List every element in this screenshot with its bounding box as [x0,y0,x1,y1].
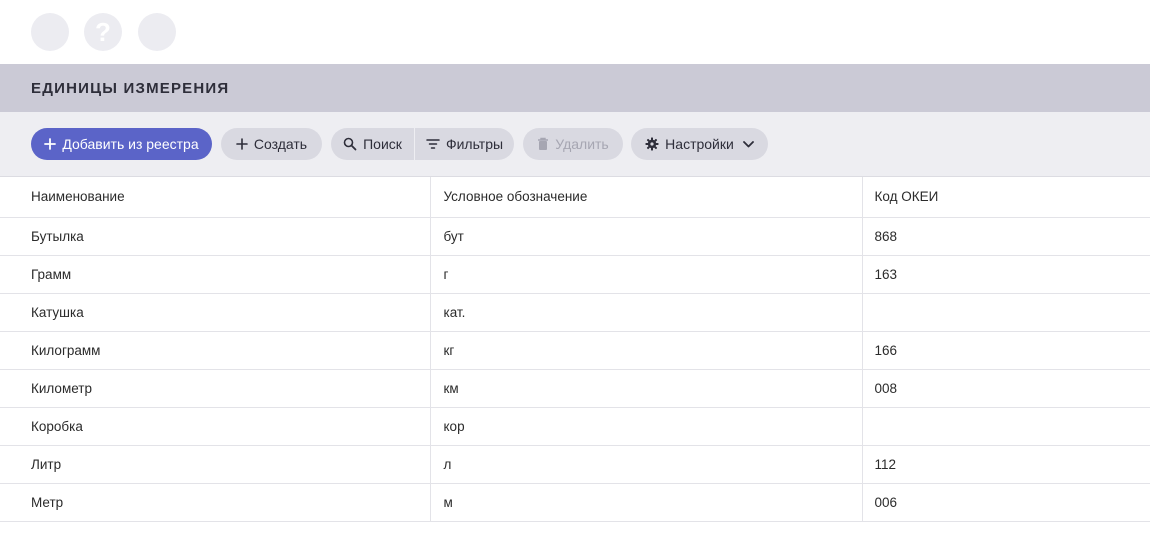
cell-symbol: г [429,255,862,294]
user-avatar-button[interactable] [31,13,69,51]
column-header-okei-code[interactable]: Код ОКЕИ [861,177,1150,218]
search-label: Поиск [363,136,402,152]
cell-name: Километр [0,369,430,408]
toolbar: Добавить из реестра Создать Поиск Фильтр… [0,112,1150,177]
search-button[interactable]: Поиск [331,128,414,160]
cell-okei-code [861,293,1150,332]
units-table: Наименование Условное обозначение Код ОК… [0,177,1150,522]
cell-symbol: кат. [429,293,862,332]
help-icon: ? [95,16,111,47]
filters-button[interactable]: Фильтры [415,128,514,160]
table-row[interactable]: Килограмм кг 166 [0,331,1150,370]
cell-okei-code: 868 [861,217,1150,256]
plus-icon [236,138,248,150]
gear-icon [645,137,659,151]
table-row[interactable]: Грамм г 163 [0,255,1150,294]
create-button[interactable]: Создать [221,128,322,160]
add-from-registry-button[interactable]: Добавить из реестра [31,128,212,160]
cell-symbol: л [429,445,862,484]
cell-symbol: бут [429,217,862,256]
menu-button[interactable] [138,13,176,51]
settings-label: Настройки [665,136,734,152]
cell-name: Катушка [0,293,430,332]
trash-icon [537,137,549,151]
cell-okei-code: 008 [861,369,1150,408]
cell-okei-code [861,407,1150,446]
top-bar: ? [0,0,1150,64]
cell-symbol: кор [429,407,862,446]
page-title: ЕДИНИЦЫ ИЗМЕРЕНИЯ [31,79,230,97]
filters-label: Фильтры [445,136,504,152]
cell-okei-code: 166 [861,331,1150,370]
filter-icon [426,138,440,150]
cell-symbol: м [429,483,862,522]
cell-name: Литр [0,445,430,484]
table-row[interactable]: Коробка кор [0,407,1150,446]
table-row[interactable]: Метр м 006 [0,483,1150,522]
cell-okei-code: 163 [861,255,1150,294]
add-from-registry-label: Добавить из реестра [62,136,199,152]
column-header-name[interactable]: Наименование [0,177,430,218]
cell-name: Метр [0,483,430,522]
column-header-symbol[interactable]: Условное обозначение [429,177,862,218]
chevron-down-icon [742,140,754,148]
cell-name: Грамм [0,255,430,294]
cell-symbol: км [429,369,862,408]
plus-icon [44,138,57,150]
cell-okei-code: 006 [861,483,1150,522]
cell-name: Килограмм [0,331,430,370]
delete-button[interactable]: Удалить [523,128,623,160]
cell-okei-code: 112 [861,445,1150,484]
create-label: Создать [253,136,308,152]
help-button[interactable]: ? [84,13,122,51]
table-row[interactable]: Литр л 112 [0,445,1150,484]
delete-label: Удалить [555,136,609,152]
settings-button[interactable]: Настройки [631,128,768,160]
page-header: ЕДИНИЦЫ ИЗМЕРЕНИЯ [0,64,1150,112]
table-row[interactable]: Бутылка бут 868 [0,217,1150,256]
table-header-row: Наименование Условное обозначение Код ОК… [0,177,1150,218]
cell-name: Бутылка [0,217,430,256]
cell-name: Коробка [0,407,430,446]
cell-symbol: кг [429,331,862,370]
table-row[interactable]: Километр км 008 [0,369,1150,408]
search-icon [343,137,357,151]
table-row[interactable]: Катушка кат. [0,293,1150,332]
